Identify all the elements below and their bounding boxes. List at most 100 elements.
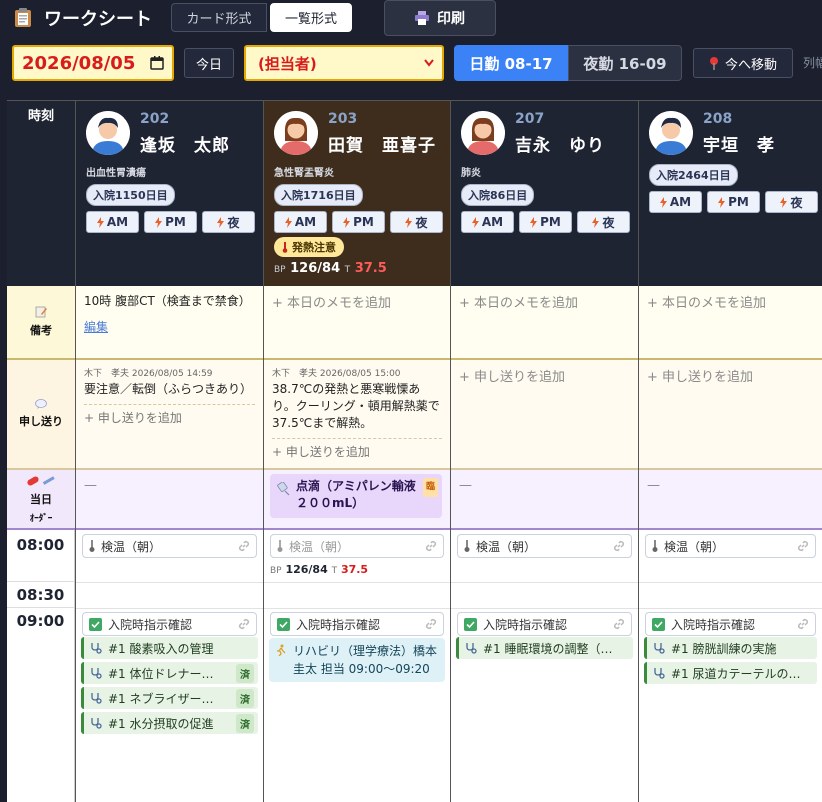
patient-header[interactable]: 207 吉永 ゆり 肺炎 入院86日目 AM PM 夜 [451, 101, 638, 286]
move-now-button[interactable]: 今へ移動 [693, 48, 793, 78]
link-icon[interactable] [425, 540, 437, 552]
time-0830: 08:30 [7, 582, 75, 608]
thermometer-icon [277, 540, 283, 552]
link-icon[interactable] [238, 618, 250, 630]
slot-night-button[interactable]: 夜 [577, 211, 630, 233]
handoff-meta: 木下 孝夫 2026/08/05 15:00 [272, 369, 401, 379]
print-button[interactable]: 印刷 [384, 0, 496, 36]
worksheet-grid: 時刻 備考 申し送り 当日 ｵｰﾀﾞｰ 08:00 08:30 09:00 20… [7, 100, 822, 802]
link-icon[interactable] [613, 540, 625, 552]
slot-am-button[interactable]: AM [274, 211, 327, 233]
temp-task[interactable]: 検温（朝） [270, 534, 444, 558]
slot-night-button[interactable]: 夜 [390, 211, 443, 233]
care-plan-item[interactable]: #1 酸素吸入の管理 [81, 637, 258, 659]
bp-value: 126/84 [285, 563, 328, 576]
checkbox-checked-icon[interactable] [89, 617, 102, 631]
checkbox-checked-icon[interactable] [277, 617, 290, 631]
time-header: 時刻 [7, 101, 75, 286]
admission-orders-task[interactable]: 入院時指示確認 [457, 612, 632, 636]
column-width-label[interactable]: 列幅 [803, 54, 822, 71]
view-list-button[interactable]: 一覧形式 [270, 3, 352, 32]
no-orders: — [84, 478, 97, 493]
care-plan-item[interactable]: #1 膀胱訓練の実施 [644, 637, 817, 659]
view-card-button[interactable]: カード形式 [171, 3, 267, 32]
link-icon[interactable] [797, 540, 809, 552]
done-badge: 済 [236, 689, 254, 708]
add-handoff-link[interactable]: + 申し送りを追加 [459, 366, 630, 385]
slot-label: PM [728, 195, 749, 209]
link-icon[interactable] [613, 618, 625, 630]
add-memo-link[interactable]: + 本日のメモを追加 [459, 296, 578, 311]
care-plan-item[interactable]: #1 体位ドレナー… 済 [81, 662, 258, 684]
patient-header[interactable]: 208 宇垣 孝 入院2464日目 AM PM 夜 [639, 101, 822, 286]
add-memo-link[interactable]: + 本日のメモを追加 [647, 296, 766, 311]
handoff-cell: 木下 孝夫 2026/08/05 15:00 38.7℃の発熱と悪寒戦慄あり。ク… [264, 360, 450, 470]
add-handoff-link[interactable]: + 申し送りを追加 [272, 438, 442, 460]
row-divider [451, 582, 638, 583]
temp-task[interactable]: 検温（朝） [457, 534, 632, 558]
bolt-icon [718, 196, 726, 208]
memo-cell[interactable]: + 本日のメモを追加 [639, 286, 822, 360]
patient-name: 宇垣 孝 [703, 136, 775, 156]
memo-cell[interactable]: + 本日のメモを追加 [264, 286, 450, 360]
handoff-cell: + 申し送りを追加 [451, 360, 638, 470]
orders-label-sub: ｵｰﾀﾞｰ [29, 513, 53, 524]
calendar-icon[interactable] [150, 56, 164, 70]
care-plan-item[interactable]: #1 水分摂取の促進 済 [81, 712, 258, 734]
add-handoff-link[interactable]: + 申し送りを追加 [647, 366, 814, 385]
patient-header[interactable]: 202 逢坂 太郎 出血性胃潰瘍 入院1150日目 AM PM 夜 [76, 101, 263, 286]
iv-order-card[interactable]: 点滴（アミパレン輸液 ２００mL） 臨 [270, 474, 442, 518]
slot-pm-button[interactable]: PM [707, 191, 760, 213]
slot-pm-button[interactable]: PM [519, 211, 572, 233]
slot-night-button[interactable]: 夜 [765, 191, 818, 213]
slot-night-button[interactable]: 夜 [202, 211, 255, 233]
patient-column-207: 207 吉永 ゆり 肺炎 入院86日目 AM PM 夜 + 本日のメモを追加 +… [450, 101, 638, 802]
admission-orders-task[interactable]: 入院時指示確認 [270, 612, 444, 636]
handoff-meta: 木下 孝夫 2026/08/05 14:59 [84, 369, 213, 379]
thermometer-icon [464, 540, 470, 552]
room-number: 208 [703, 111, 733, 127]
order-label: 点滴（アミパレン輸液 ２００mL） [296, 479, 428, 510]
patient-header[interactable]: 203 田賀 亜喜子 急性腎盂腎炎 入院1716日目 AM PM 夜 発熱注意 … [264, 101, 450, 286]
shift-night-button[interactable]: 夜勤 16-09 [568, 45, 682, 81]
slot-pm-button[interactable]: PM [332, 211, 385, 233]
slot-am-button[interactable]: AM [649, 191, 702, 213]
memo-cell[interactable]: + 本日のメモを追加 [451, 286, 638, 360]
admission-days-badge: 入院1150日目 [86, 184, 175, 206]
date-input[interactable]: 2026/08/05 [12, 45, 174, 81]
slot-pm-button[interactable]: PM [144, 211, 197, 233]
care-plan-item[interactable]: #1 ネブライザー… 済 [81, 687, 258, 709]
bolt-icon [343, 216, 351, 228]
link-icon[interactable] [425, 618, 437, 630]
add-handoff-link[interactable]: + 申し送りを追加 [84, 404, 255, 426]
slot-label: PM [353, 215, 374, 229]
room-number: 207 [515, 111, 545, 127]
link-icon[interactable] [797, 618, 809, 630]
link-icon[interactable] [238, 540, 250, 552]
checkbox-checked-icon[interactable] [464, 617, 477, 631]
assignee-select[interactable]: (担当者) [244, 45, 444, 81]
temp-task[interactable]: 検温（朝） [82, 534, 257, 558]
shift-day-button[interactable]: 日勤 08-17 [454, 45, 568, 81]
room-number: 203 [328, 111, 358, 127]
care-plan-item[interactable]: #1 睡眠環境の調整（… [456, 637, 633, 659]
today-button[interactable]: 今日 [184, 48, 234, 78]
temp-task[interactable]: 検温（朝） [645, 534, 816, 558]
thermometer-icon [89, 540, 95, 552]
edit-link[interactable]: 編集 [84, 318, 255, 335]
slot-am-button[interactable]: AM [461, 211, 514, 233]
slot-label: AM [669, 195, 692, 209]
diagnosis: 急性腎盂腎炎 [274, 168, 334, 179]
admission-orders-task[interactable]: 入院時指示確認 [645, 612, 816, 636]
care-plan-item[interactable]: #1 尿道カテーテルの… [644, 662, 817, 684]
bolt-icon [155, 216, 163, 228]
checkbox-checked-icon[interactable] [652, 617, 665, 631]
slot-am-button[interactable]: AM [86, 211, 139, 233]
memo-cell[interactable]: 10時 腹部CT（検査まで禁食） 編集 [76, 286, 263, 360]
bp-label: BP [274, 265, 286, 275]
male-avatar-icon [649, 111, 693, 155]
rehab-item[interactable]: リハビリ（理学療法）橋本 圭太 担当 09:00～09:20 [269, 638, 449, 682]
handoff-cell: 木下 孝夫 2026/08/05 14:59 要注意／転倒（ふらつきあり） + … [76, 360, 263, 470]
add-memo-link[interactable]: + 本日のメモを追加 [272, 296, 391, 311]
admission-orders-task[interactable]: 入院時指示確認 [82, 612, 257, 636]
